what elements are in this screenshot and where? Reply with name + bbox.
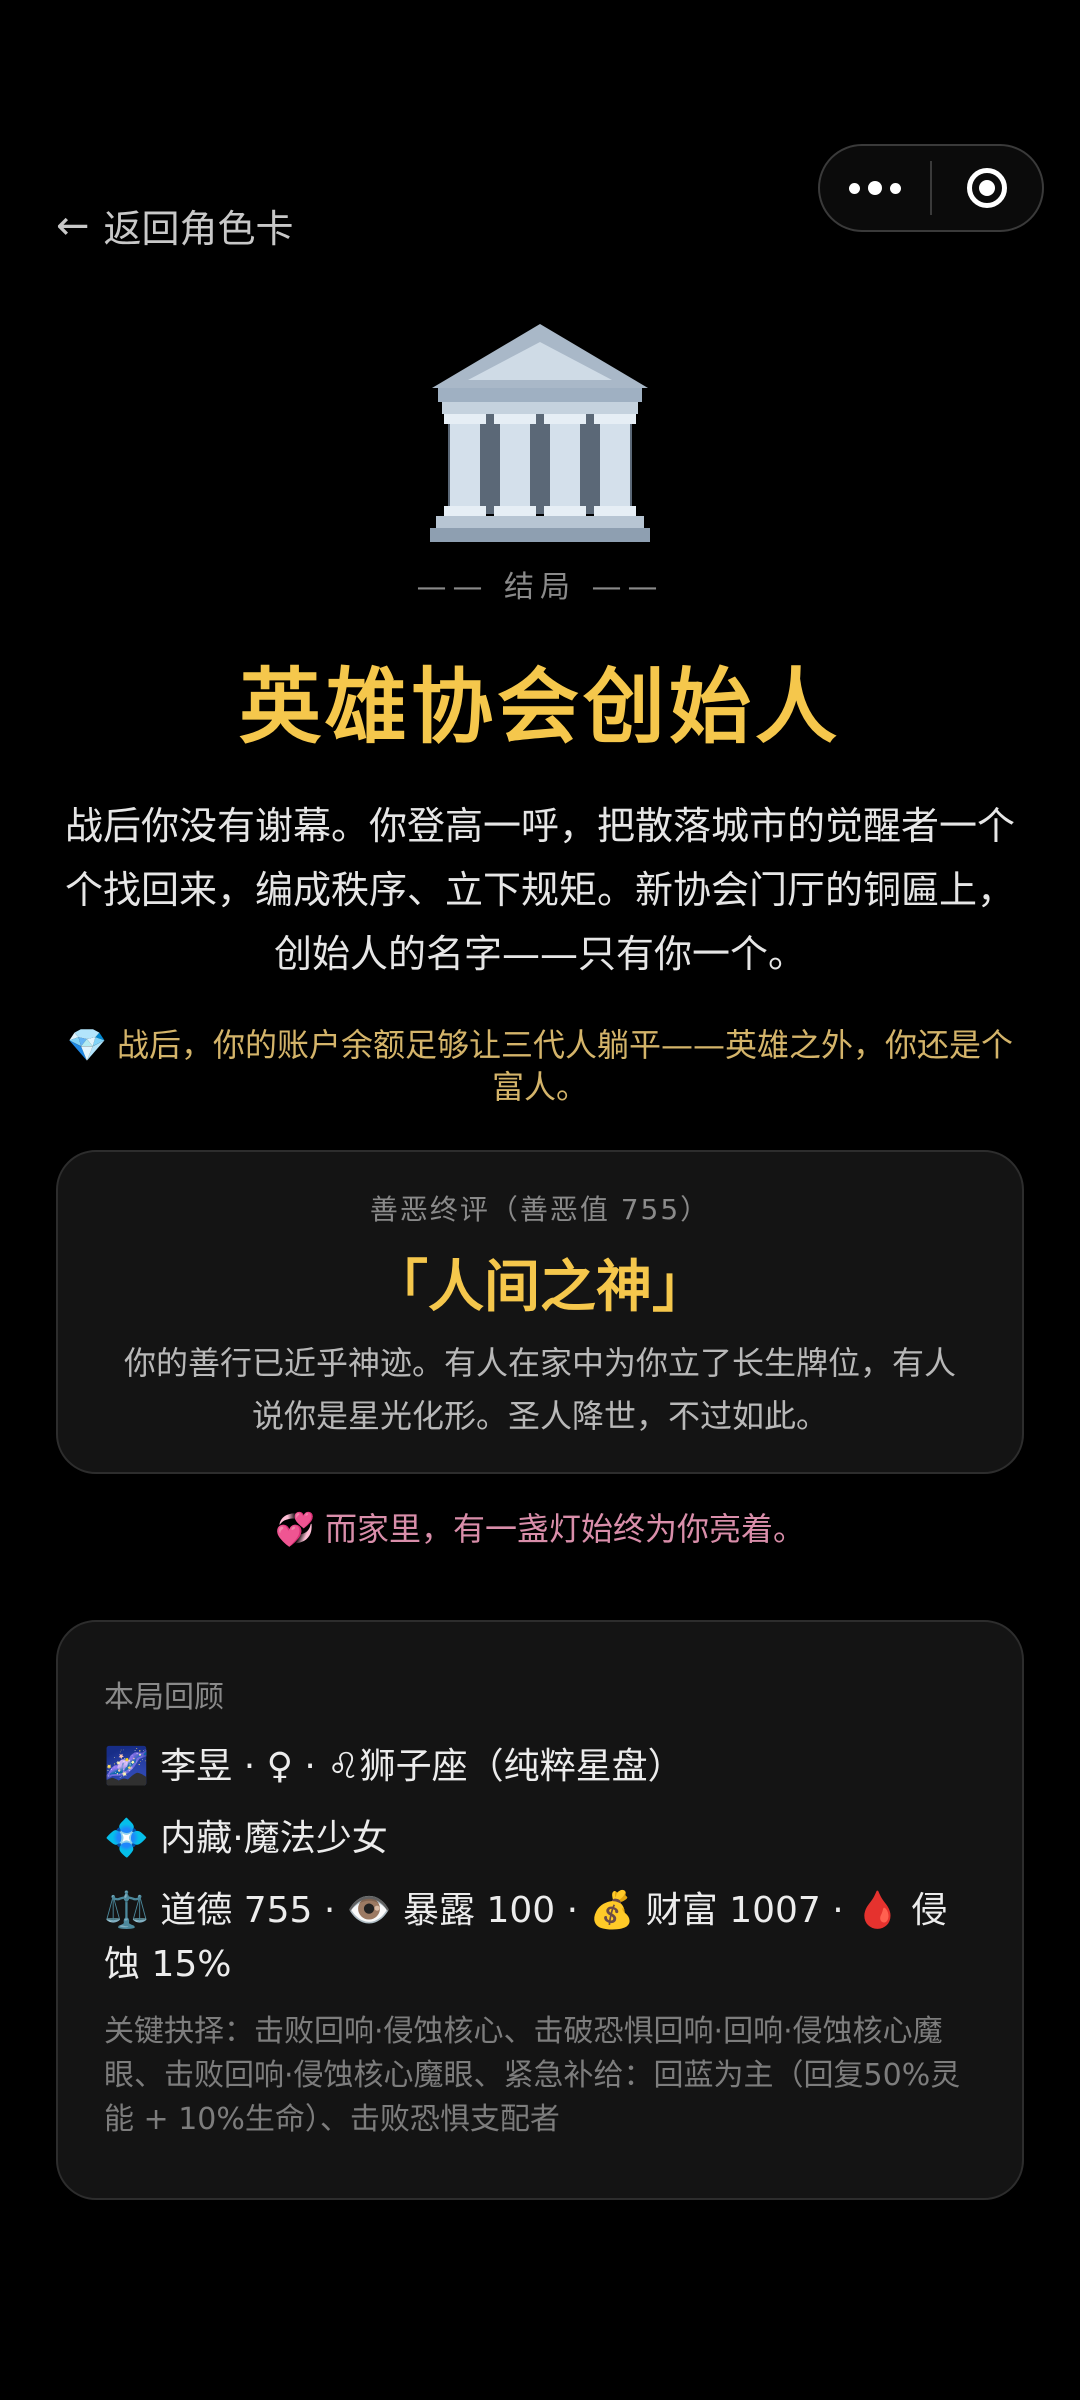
recap-key-choices: 关键抉择：击败回响·侵蚀核心、击破恐惧回响·回响·侵蚀核心魔眼、击败回响·侵蚀核… (104, 2014, 961, 2137)
verdict-description: 你的善行已近乎神迹。有人在家中为你立了长生牌位，有人说你是星光化形。圣人降世，不… (123, 1344, 956, 1435)
classical-building-icon (430, 324, 650, 542)
more-dots-icon[interactable] (820, 146, 930, 230)
back-to-character-card-link[interactable]: ← 返回角色卡 (56, 198, 294, 253)
ending-story: 战后你没有谢幕。你登高一呼，把散落城市的觉醒者一个个找回来，编成秩序、立下规矩。… (64, 804, 1015, 976)
wealth-note: 💎 战后，你的账户余额足够让三代人躺平——英雄之外，你还是个富人。 (66, 1026, 1014, 1106)
target-circle-icon (967, 168, 1007, 208)
ending-title: 英雄协会创始人 (238, 660, 841, 755)
close-button[interactable] (932, 168, 1042, 208)
verdict-title: 「人间之神」 (372, 1255, 708, 1320)
family-note: 💞 而家里，有一盏灯始终为你亮着。 (274, 1510, 806, 1548)
recap-identity: 🌌 李昱 · ♀ · ♌狮子座（纯粹星盘） (104, 1746, 684, 1787)
run-recap-card: 本局回顾 🌌 李昱 · ♀ · ♌狮子座（纯粹星盘） 💠 内藏·魔法少女 ⚖️ … (56, 1620, 1024, 2200)
back-label: 返回角色卡 (103, 207, 294, 251)
back-arrow-icon: ← (56, 202, 90, 249)
verdict-caption: 善恶终评（善恶值 755） (369, 1193, 711, 1226)
mini-program-capsule (818, 144, 1044, 232)
recap-talent: 💠 内藏·魔法少女 (104, 1818, 388, 1859)
recap-stats: ⚖️ 道德 755 · 👁️ 暴露 100 · 💰 财富 1007 · 🩸 侵蚀… (104, 1890, 948, 1985)
moral-verdict-card: 善恶终评（善恶值 755） 「人间之神」 你的善行已近乎神迹。有人在家中为你立了… (56, 1150, 1024, 1474)
recap-heading: 本局回顾 (104, 1680, 224, 1715)
ending-label: —— 结局 —— (416, 570, 664, 605)
